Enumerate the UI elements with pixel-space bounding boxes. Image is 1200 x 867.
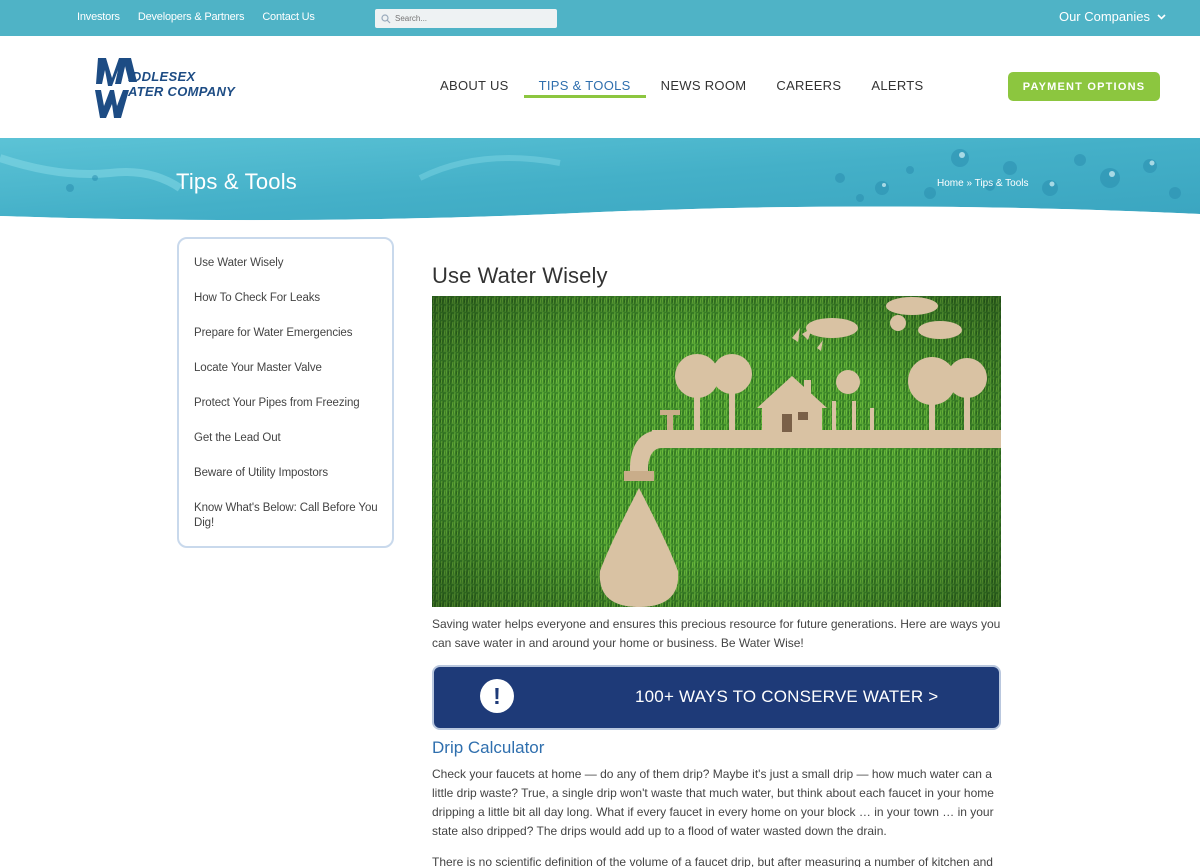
investors-link[interactable]: Investors [77, 11, 120, 23]
nav-news-room[interactable]: NEWS ROOM [661, 78, 762, 98]
developers-partners-link[interactable]: Developers & Partners [138, 11, 245, 23]
feature-image [432, 296, 1001, 607]
search-icon [381, 13, 391, 23]
paper-eco-illustration [432, 296, 1001, 607]
breadcrumb[interactable]: Home » Tips & Tools [937, 178, 1029, 189]
drip-calculator-heading: Drip Calculator [432, 738, 545, 757]
search-input[interactable] [395, 14, 545, 23]
sidebar-item-use-water-wisely[interactable]: Use Water Wisely [194, 256, 382, 271]
sidebar-item-lead-out[interactable]: Get the Lead Out [194, 431, 382, 446]
logo-text-line1: IDDLESEX [128, 69, 196, 84]
our-companies-label: Our Companies [1058, 9, 1150, 24]
sidebar-item-water-emergencies[interactable]: Prepare for Water Emergencies [194, 326, 382, 341]
sidebar-item-master-valve[interactable]: Locate Your Master Valve [194, 361, 382, 376]
intro-paragraph: Saving water helps everyone and ensures … [432, 617, 1001, 650]
content-heading: Use Water Wisely [432, 263, 608, 288]
utility-links: Investors Developers & Partners Contact … [77, 11, 315, 23]
contact-us-link[interactable]: Contact Us [262, 11, 315, 23]
sidebar-item-call-before-dig[interactable]: Know What's Below: Call Before You Dig! [194, 501, 382, 531]
search-box[interactable] [375, 9, 557, 28]
our-companies-dropdown[interactable]: Our Companies [1059, 9, 1166, 24]
page-title: Tips & Tools [176, 169, 298, 194]
nav-alerts[interactable]: ALERTS [871, 78, 938, 98]
nav-about-us[interactable]: ABOUT US [440, 78, 524, 98]
sidebar-item-utility-impostors[interactable]: Beware of Utility Impostors [194, 466, 382, 481]
logo-text-line2: ATER COMPANY [128, 84, 236, 99]
drip-paragraph-2: There is no scientific definition of the… [432, 855, 993, 867]
exclamation-icon: ! [480, 679, 514, 713]
sidebar-item-protect-pipes[interactable]: Protect Your Pipes from Freezing [194, 396, 382, 411]
sidebar-menu: Use Water Wisely How To Check For Leaks … [177, 237, 394, 548]
main-nav: ABOUT US TIPS & TOOLS NEWS ROOM CAREERS … [440, 78, 953, 98]
top-utility-bar: Investors Developers & Partners Contact … [0, 0, 1200, 36]
nav-tips-tools[interactable]: TIPS & TOOLS [523, 78, 646, 98]
company-logo[interactable]: IDDLESEX ATER COMPANY [93, 54, 253, 122]
nav-careers[interactable]: CAREERS [776, 78, 856, 98]
drip-paragraph-1: Check your faucets at home — do any of t… [432, 767, 994, 838]
main-content: Use Water Wisely Saving water helps ever… [432, 263, 1001, 867]
chevron-down-icon [1157, 13, 1166, 20]
payment-options-button[interactable]: PAYMENT OPTIONS [1008, 72, 1160, 101]
cta-label: 100+ WAYS TO CONSERVE WATER > [635, 687, 939, 706]
conserve-water-cta-button[interactable]: ! 100+ WAYS TO CONSERVE WATER > [432, 665, 1001, 730]
sidebar-item-check-leaks[interactable]: How To Check For Leaks [194, 291, 382, 306]
page-hero-banner: Tips & Tools Home » Tips & Tools [0, 138, 1200, 228]
